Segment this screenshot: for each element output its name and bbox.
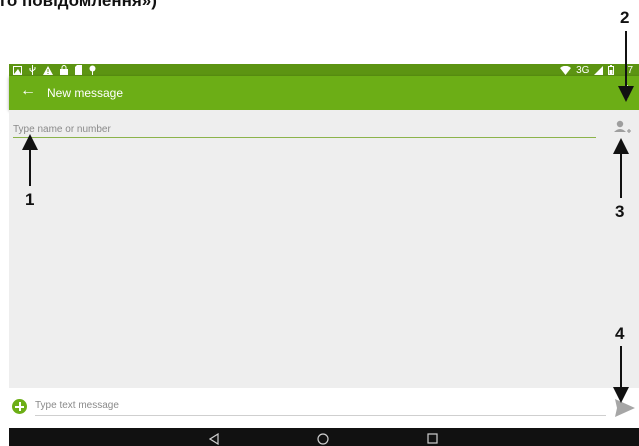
back-arrow-icon[interactable]: ← [20, 82, 36, 100]
clock: 7 [627, 64, 633, 76]
battery-icon [608, 65, 615, 75]
nav-back-icon[interactable] [209, 433, 219, 445]
recipient-field-container [13, 119, 596, 138]
warning-icon [43, 65, 53, 75]
send-icon[interactable] [615, 399, 635, 417]
sd-card-icon [75, 65, 82, 75]
recipient-input[interactable] [13, 124, 596, 135]
message-input[interactable] [35, 400, 606, 411]
image-notification-icon [13, 65, 22, 75]
notification-icons [13, 64, 96, 76]
app-bar: ← New message [9, 76, 639, 110]
message-area [9, 110, 639, 388]
callout-label-2: 2 [620, 8, 630, 27]
callout-label-3: 3 [615, 202, 625, 221]
compose-bar [9, 388, 639, 428]
message-field-container [35, 395, 606, 416]
nav-home-icon[interactable] [317, 433, 329, 445]
add-attachment-icon[interactable] [12, 399, 27, 414]
status-bar: 3G 7 [9, 64, 639, 76]
navigation-bar [9, 428, 639, 446]
document-caption: го повідомлення») [0, 0, 157, 10]
lock-icon [60, 65, 68, 75]
add-contact-icon[interactable] [613, 120, 631, 136]
callout-label-1: 1 [25, 190, 35, 209]
usb-icon [29, 65, 36, 75]
network-type: 3G [576, 64, 590, 76]
page-title: New message [47, 86, 124, 100]
location-icon [89, 65, 96, 75]
wifi-icon [560, 65, 572, 75]
system-indicators: 3G 7 [560, 64, 633, 76]
signal-icon [594, 65, 604, 75]
overflow-menu-icon[interactable] [622, 82, 632, 102]
callout-label-4: 4 [615, 324, 625, 343]
nav-recents-icon[interactable] [427, 433, 438, 444]
